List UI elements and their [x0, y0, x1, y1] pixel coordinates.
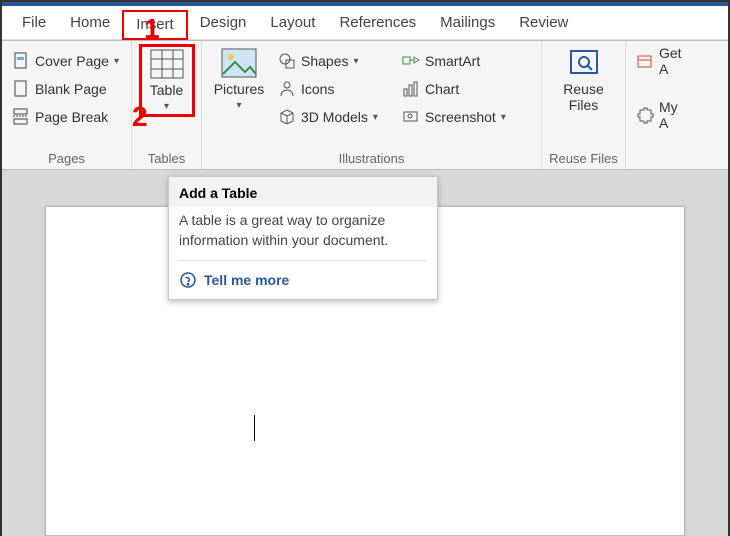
icons-icon [278, 80, 296, 98]
shapes-button[interactable]: Shapes ▾ [274, 48, 398, 74]
chevron-down-icon: ▾ [114, 56, 119, 67]
tab-review[interactable]: Review [507, 6, 580, 40]
3d-models-label: 3D Models [301, 109, 368, 125]
cube-icon [278, 108, 296, 126]
tab-design[interactable]: Design [188, 6, 259, 40]
tab-file[interactable]: File [10, 6, 58, 40]
3d-models-button[interactable]: 3D Models ▾ [274, 104, 398, 130]
tooltip: Add a Table A table is a great way to or… [168, 176, 438, 300]
shapes-icon [278, 52, 296, 70]
icons-button[interactable]: Icons [274, 76, 398, 102]
group-reuse-label: Reuse Files [548, 149, 619, 169]
tab-home[interactable]: Home [58, 6, 122, 40]
table-label: Table [150, 82, 183, 98]
cover-page-icon [12, 52, 30, 70]
shapes-label: Shapes [301, 53, 348, 69]
addins-icon [636, 106, 654, 124]
my-addins-label: My A [659, 99, 686, 131]
screenshot-icon [402, 108, 420, 126]
tab-references[interactable]: References [327, 6, 428, 40]
chevron-down-icon: ▾ [501, 112, 506, 123]
group-illustrations: Pictures ▾ Shapes ▾ Icons 3D Models ▾ [202, 41, 542, 169]
tooltip-body: A table is a great way to organize infor… [169, 207, 437, 260]
get-addins-button[interactable]: Get A [632, 48, 690, 74]
chevron-down-icon: ▾ [164, 101, 169, 112]
ribbon-tabs: File Home Insert Design Layout Reference… [2, 6, 728, 40]
group-tables-label: Tables [138, 149, 195, 169]
reuse-files-icon [567, 48, 601, 78]
tab-layout[interactable]: Layout [258, 6, 327, 40]
group-pages: Cover Page ▾ Blank Page Page Break Pages [2, 41, 132, 169]
screenshot-label: Screenshot [425, 109, 496, 125]
tab-mailings[interactable]: Mailings [428, 6, 507, 40]
annotation-1: 1 [144, 13, 160, 45]
cover-page-label: Cover Page [35, 53, 109, 69]
icons-label: Icons [301, 81, 334, 97]
group-reuse-files: Reuse Files Reuse Files [542, 41, 626, 169]
reuse-files-button[interactable]: Reuse Files [556, 44, 612, 113]
tell-me-more-label: Tell me more [204, 272, 289, 288]
chart-icon [402, 80, 420, 98]
chevron-down-icon: ▾ [353, 56, 358, 67]
reuse-files-label: Reuse Files [563, 81, 603, 113]
text-cursor [254, 415, 255, 441]
chevron-down-icon: ▾ [236, 100, 241, 111]
chart-button[interactable]: Chart [398, 76, 532, 102]
cover-page-button[interactable]: Cover Page ▾ [8, 48, 123, 74]
smartart-icon [402, 52, 420, 70]
chart-label: Chart [425, 81, 459, 97]
help-icon [179, 271, 197, 289]
group-pages-label: Pages [8, 149, 125, 169]
blank-page-icon [12, 80, 30, 98]
smartart-button[interactable]: SmartArt [398, 48, 532, 74]
blank-page-button[interactable]: Blank Page [8, 76, 123, 102]
store-icon [636, 52, 654, 70]
get-addins-label: Get A [659, 45, 686, 77]
chevron-down-icon: ▾ [373, 112, 378, 123]
pictures-button[interactable]: Pictures ▾ [208, 44, 270, 111]
my-addins-button[interactable]: My A [632, 102, 690, 128]
blank-page-label: Blank Page [35, 81, 107, 97]
page-break-label: Page Break [35, 109, 108, 125]
screenshot-button[interactable]: Screenshot ▾ [398, 104, 532, 130]
tell-me-more-link[interactable]: Tell me more [169, 261, 437, 299]
smartart-label: SmartArt [425, 53, 480, 69]
ribbon: 1 2 Cover Page▾ Blank Page Page Break Pa… [2, 40, 728, 170]
group-illustrations-label: Illustrations [208, 149, 535, 169]
table-icon [150, 49, 184, 79]
page-break-button[interactable]: Page Break [8, 104, 123, 130]
page-break-icon [12, 108, 30, 126]
annotation-2: 2 [132, 101, 148, 133]
pictures-icon [221, 48, 257, 78]
group-addins: Get A My A [626, 41, 696, 169]
tooltip-title: Add a Table [169, 177, 437, 207]
pictures-label: Pictures [214, 81, 265, 97]
